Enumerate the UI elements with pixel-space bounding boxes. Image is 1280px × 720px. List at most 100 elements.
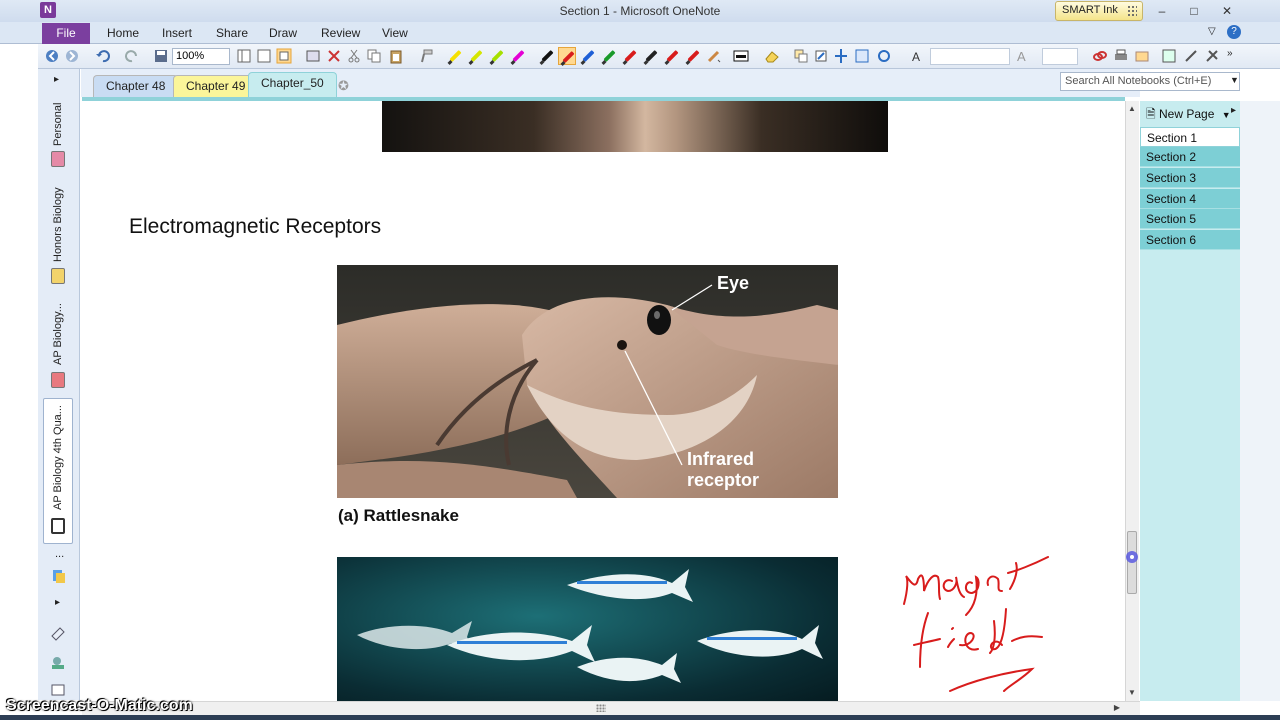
pen-green-icon[interactable]: [600, 47, 618, 65]
tab-insert[interactable]: Insert: [162, 26, 192, 40]
horizontal-scrollbar[interactable]: [82, 701, 1140, 715]
expand-notes-icon[interactable]: ▸: [55, 597, 60, 608]
font-select[interactable]: [930, 48, 1010, 65]
tab-view[interactable]: View: [382, 26, 408, 40]
drag-grip-icon[interactable]: [1127, 5, 1137, 17]
file-tab[interactable]: File: [42, 23, 90, 44]
maximize-button[interactable]: □: [1181, 2, 1207, 20]
vertical-scrollbar[interactable]: [1125, 101, 1139, 701]
smart-ink-button[interactable]: SMART Ink: [1055, 1, 1143, 21]
page-view-icon[interactable]: [236, 48, 252, 64]
notebook-honors-biology-icon[interactable]: [51, 268, 65, 284]
new-page-chevron-down-icon[interactable]: ▼: [1222, 110, 1231, 120]
pen-more-icon[interactable]: [706, 48, 722, 64]
pen-black-icon[interactable]: [538, 47, 556, 65]
tab-draw[interactable]: Draw: [269, 26, 297, 40]
edit-icon[interactable]: [1183, 48, 1199, 64]
horizontal-grip-icon[interactable]: [596, 704, 606, 712]
lasso-select-icon[interactable]: [793, 48, 809, 64]
search-people-icon[interactable]: [50, 655, 66, 671]
send-to-icon[interactable]: [1161, 48, 1177, 64]
search-input[interactable]: Search All Notebooks (Ctrl+E): [1060, 72, 1240, 91]
ink-to-text-icon[interactable]: A: [910, 48, 926, 64]
rotate-icon[interactable]: [876, 48, 892, 64]
pen-dark-icon[interactable]: [642, 47, 660, 65]
notebook-ap-biology-4th-label[interactable]: AP Biology 4th Qua...: [52, 405, 64, 510]
redo-icon[interactable]: [124, 48, 140, 64]
scroll-up-arrow-icon[interactable]: ▲: [1125, 104, 1139, 113]
page-item-section-6[interactable]: Section 6: [1140, 230, 1240, 250]
back-icon[interactable]: [44, 48, 60, 64]
select-objects-icon[interactable]: [305, 48, 321, 64]
expand-nav-icon[interactable]: ▸: [54, 74, 59, 85]
highlighter-green-yellow-icon[interactable]: [467, 47, 485, 65]
pen-red-2-icon[interactable]: [621, 47, 639, 65]
pen-red-4-icon[interactable]: [684, 47, 702, 65]
scroll-right-arrow-icon[interactable]: ▶: [1110, 703, 1124, 712]
print-icon[interactable]: [1113, 48, 1129, 64]
new-section-icon[interactable]: ✪: [338, 78, 349, 94]
full-page-view-icon[interactable]: [256, 48, 272, 64]
delete-icon[interactable]: [326, 48, 342, 64]
toolbar-overflow-icon[interactable]: »: [1227, 48, 1233, 59]
handwritten-ink-annotation[interactable]: [892, 549, 1072, 701]
insert-space-icon[interactable]: [833, 48, 849, 64]
copy-icon[interactable]: [366, 48, 382, 64]
tab-home[interactable]: Home: [107, 26, 139, 40]
section-tab-chapter-50[interactable]: Chapter_50: [248, 72, 337, 97]
highlighter-yellow-icon[interactable]: [446, 47, 464, 65]
notebook-ap-biology-icon[interactable]: [51, 372, 65, 388]
section-tab-chapter-48[interactable]: Chapter 48: [93, 75, 179, 97]
page-canvas[interactable]: Electromagnetic Receptors Eye Infrared r…: [82, 97, 1125, 701]
notebook-ap-biology-4th-icon[interactable]: [51, 518, 65, 534]
tag-icon[interactable]: [1134, 48, 1150, 64]
notebook-ap-biology-label[interactable]: AP Biology...: [52, 303, 64, 365]
tab-review[interactable]: Review: [321, 26, 360, 40]
page-heading[interactable]: Electromagnetic Receptors: [129, 215, 381, 239]
fish-school-image[interactable]: [337, 557, 838, 701]
eraser-icon[interactable]: [764, 48, 780, 64]
figure-caption[interactable]: (a) Rattlesnake: [338, 506, 459, 526]
notification-icon[interactable]: [50, 682, 66, 698]
link-icon[interactable]: [1092, 48, 1108, 64]
notebook-personal-icon[interactable]: [51, 151, 65, 167]
close-button[interactable]: ✕: [1214, 2, 1240, 20]
panning-hand-icon[interactable]: [813, 48, 829, 64]
scroll-down-arrow-icon[interactable]: ▼: [1125, 688, 1139, 697]
more-notebooks-label[interactable]: ...: [55, 548, 64, 560]
font-size-select[interactable]: [1042, 48, 1078, 65]
format-painter-icon[interactable]: [418, 48, 434, 64]
highlighter-magenta-icon[interactable]: [509, 47, 527, 65]
note-tool-icon[interactable]: [50, 626, 66, 642]
line-thickness-icon[interactable]: [733, 48, 749, 64]
highlighter-lime-icon[interactable]: [488, 47, 506, 65]
minimize-button[interactable]: –: [1149, 2, 1175, 20]
forward-icon[interactable]: [64, 48, 80, 64]
paste-icon[interactable]: [388, 48, 404, 64]
dock-to-desktop-icon[interactable]: [276, 48, 292, 64]
page-item-section-5[interactable]: Section 5: [1140, 209, 1240, 229]
page-item-section-1[interactable]: Section 1: [1140, 127, 1240, 147]
undo-icon[interactable]: [95, 48, 111, 64]
search-scope-chevron-down-icon[interactable]: ▼: [1230, 75, 1239, 85]
notebook-personal-label[interactable]: Personal: [52, 103, 64, 146]
notebook-honors-biology-label[interactable]: Honors Biology: [52, 187, 64, 262]
pen-blue-icon[interactable]: [579, 47, 597, 65]
page-item-section-4[interactable]: Section 4: [1140, 189, 1240, 209]
save-icon[interactable]: [153, 48, 169, 64]
new-page-button[interactable]: 🗎 New Page ▼: [1146, 105, 1231, 126]
help-icon[interactable]: ?: [1227, 25, 1241, 39]
tab-share[interactable]: Share: [216, 26, 248, 40]
zoom-select[interactable]: 100%: [172, 48, 230, 65]
rattlesnake-image[interactable]: Eye Infrared receptor: [337, 265, 838, 498]
pen-red-selected-icon[interactable]: [558, 47, 576, 66]
cut-icon[interactable]: [346, 48, 362, 64]
collapse-page-list-icon[interactable]: ▸: [1231, 105, 1236, 116]
page-item-section-2[interactable]: Section 2: [1140, 147, 1240, 167]
font-color-icon[interactable]: A: [1014, 48, 1030, 64]
tools-icon[interactable]: [1204, 48, 1220, 64]
ink-to-shape-icon[interactable]: [854, 48, 870, 64]
section-tab-chapter-49[interactable]: Chapter 49: [173, 75, 259, 97]
unfiled-notes-icon[interactable]: [50, 568, 66, 584]
page-item-section-3[interactable]: Section 3: [1140, 168, 1240, 188]
